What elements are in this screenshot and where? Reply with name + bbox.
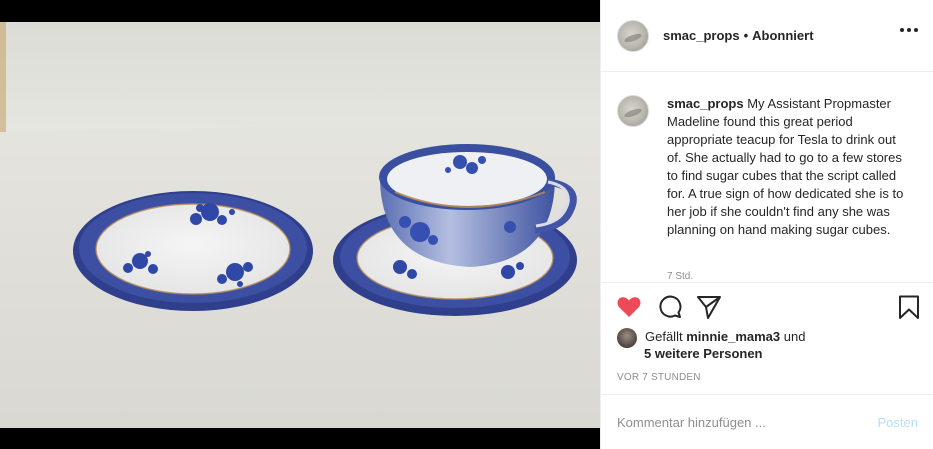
comment-form: Posten <box>601 394 933 449</box>
post-media[interactable] <box>0 0 600 449</box>
share-icon[interactable] <box>696 295 722 319</box>
username-link[interactable]: smac_props <box>663 28 740 43</box>
caption-age: 7 Std. <box>667 271 694 281</box>
likes-and: und <box>783 329 806 344</box>
caption-username[interactable]: smac_props <box>667 96 744 111</box>
caption: smac_props My Assistant Propmaster Madel… <box>617 95 918 239</box>
action-bar <box>601 282 933 332</box>
post-side-panel: smac_props • Abonniert smac_props My Ass… <box>600 0 933 449</box>
separator-dot: • <box>743 28 749 43</box>
caption-avatar[interactable] <box>617 95 649 127</box>
avatar[interactable] <box>617 19 649 52</box>
liker-username[interactable]: minnie_mama3 <box>686 329 780 344</box>
likes-prefix: Gefällt <box>645 329 683 344</box>
caption-text: smac_props My Assistant Propmaster Madel… <box>667 95 913 239</box>
post-time[interactable]: VOR 7 STUNDEN <box>617 372 701 383</box>
header-meta: smac_props • Abonniert <box>663 28 814 43</box>
liker-avatar[interactable] <box>617 328 637 348</box>
bookmark-icon[interactable] <box>898 295 920 320</box>
comments-section[interactable]: smac_props My Assistant Propmaster Madel… <box>601 73 933 281</box>
post-button[interactable]: Posten <box>878 415 918 430</box>
likes-text: Gefällt minnie_mama3 und <box>645 328 805 348</box>
comment-icon[interactable] <box>657 295 683 319</box>
post-header: smac_props • Abonniert <box>601 0 933 72</box>
heart-icon[interactable] <box>616 295 642 319</box>
comment-input[interactable] <box>617 414 878 430</box>
likes-others-link[interactable]: 5 weitere Personen <box>644 346 763 361</box>
more-icon[interactable] <box>900 28 918 32</box>
left-plate <box>73 191 313 311</box>
post-photo <box>0 22 600 428</box>
caption-body: My Assistant Propmaster Madeline found t… <box>667 96 904 237</box>
follow-button[interactable]: Abonniert <box>752 28 813 43</box>
likes-summary: Gefällt minnie_mama3 und <box>617 328 917 348</box>
